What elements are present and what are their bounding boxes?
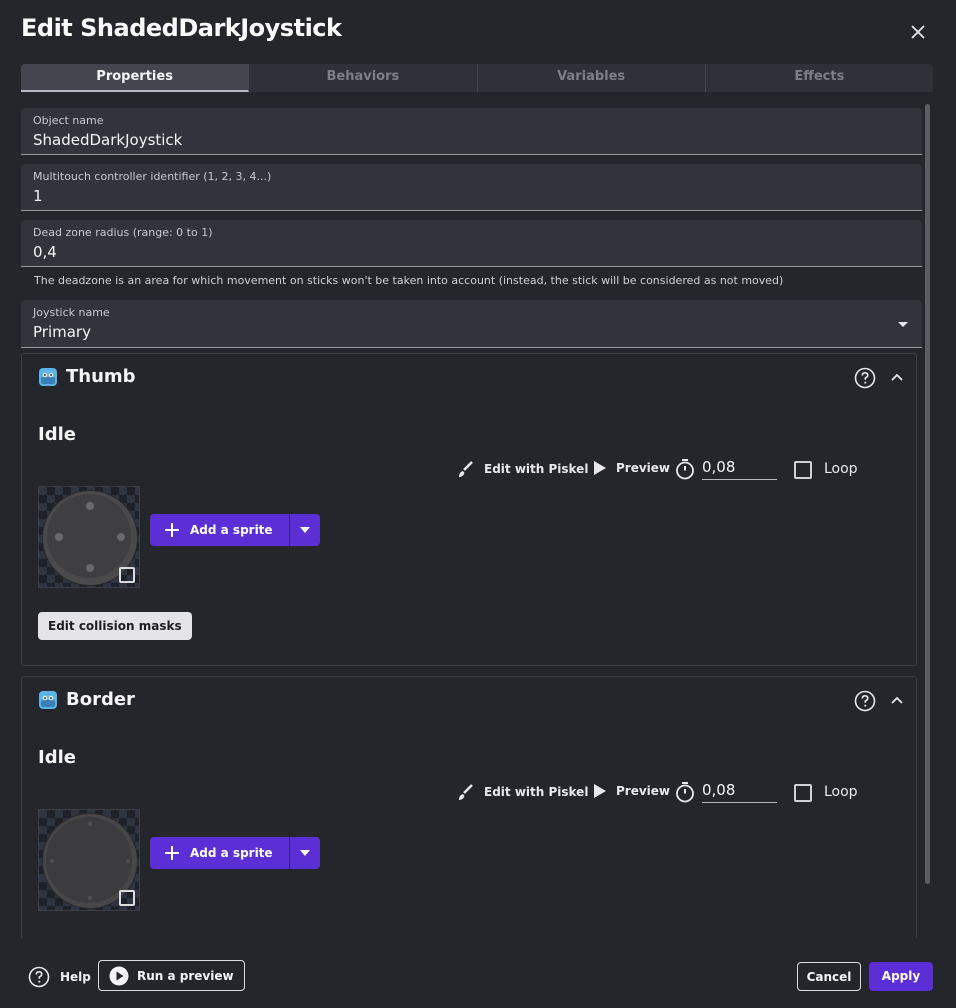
run-preview-label: Run a preview (137, 968, 234, 983)
add-sprite-button[interactable]: Add a sprite (150, 837, 290, 869)
help-icon[interactable] (854, 690, 876, 712)
object-name-label: Object name (33, 114, 104, 127)
animation-name: Idle (38, 424, 76, 445)
run-preview-button[interactable]: Run a preview (98, 960, 245, 991)
dead-zone-helper: The deadzone is an area for which moveme… (34, 274, 784, 287)
preview-button[interactable]: Preview (592, 782, 670, 800)
play-icon (594, 784, 606, 798)
preview-label: Preview (616, 784, 671, 798)
close-icon[interactable] (908, 22, 928, 42)
multitouch-id-field[interactable]: Multitouch controller identifier (1, 2, … (21, 164, 922, 211)
help-icon (28, 966, 50, 988)
caret-down-icon (299, 527, 310, 533)
multitouch-id-value[interactable]: 1 (33, 187, 43, 205)
dead-zone-field[interactable]: Dead zone radius (range: 0 to 1) 0,4 (21, 220, 922, 267)
animation-name: Idle (38, 747, 76, 768)
tab-properties[interactable]: Properties (21, 64, 250, 92)
thumb-section: Thumb Idle Edit with Piskel Preview 0,08… (21, 353, 917, 666)
loop-checkbox[interactable] (794, 784, 812, 802)
object-name-value[interactable]: ShadedDarkJoystick (33, 131, 182, 149)
chevron-up-icon[interactable] (890, 372, 904, 382)
preview-label: Preview (616, 461, 671, 475)
help-label: Help (60, 970, 91, 984)
dead-zone-label: Dead zone radius (range: 0 to 1) (33, 226, 213, 239)
object-icon (39, 690, 57, 709)
frame-duration-input[interactable]: 0,08 (702, 779, 777, 803)
dropdown-arrow-icon[interactable] (898, 322, 908, 327)
section-title: Border (66, 689, 135, 710)
multitouch-id-label: Multitouch controller identifier (1, 2, … (33, 170, 272, 183)
add-sprite-split-button: Add a sprite (150, 837, 320, 869)
dialog-title: Edit ShadedDarkJoystick (21, 14, 342, 42)
tab-effects[interactable]: Effects (706, 64, 933, 92)
sprite-thumbnail[interactable] (38, 486, 140, 588)
add-sprite-button[interactable]: Add a sprite (150, 514, 290, 546)
add-sprite-label: Add a sprite (190, 523, 273, 537)
edit-with-piskel-label: Edit with Piskel (484, 462, 589, 476)
timer-icon (676, 459, 694, 480)
plus-icon (165, 846, 179, 860)
loop-label: Loop (824, 784, 858, 800)
edit-with-piskel-button[interactable]: Edit with Piskel (456, 782, 588, 802)
brush-icon (459, 461, 473, 477)
joystick-name-value: Primary (33, 323, 91, 341)
loop-checkbox[interactable] (794, 461, 812, 479)
help-button[interactable]: Help (28, 966, 91, 988)
loop-label: Loop (824, 461, 858, 477)
edit-with-piskel-label: Edit with Piskel (484, 785, 589, 799)
add-sprite-split-button: Add a sprite (150, 514, 320, 546)
object-name-field[interactable]: Object name ShadedDarkJoystick (21, 108, 922, 155)
add-sprite-dropdown[interactable] (289, 514, 320, 546)
joystick-name-label: Joystick name (33, 306, 110, 319)
add-sprite-dropdown[interactable] (289, 837, 320, 869)
play-circle-icon (109, 966, 129, 985)
tab-behaviors[interactable]: Behaviors (249, 64, 478, 92)
properties-panel: Object name ShadedDarkJoystick Multitouc… (21, 108, 923, 938)
edit-with-piskel-button[interactable]: Edit with Piskel (456, 459, 588, 479)
help-icon[interactable] (854, 367, 876, 389)
sprite-select-checkbox[interactable] (119, 567, 135, 583)
cancel-button[interactable]: Cancel (797, 962, 861, 991)
play-icon (594, 461, 606, 475)
add-sprite-label: Add a sprite (190, 846, 273, 860)
caret-down-icon (299, 850, 310, 856)
section-title: Thumb (66, 366, 136, 387)
joystick-name-select[interactable]: Joystick name Primary (21, 300, 922, 348)
plus-icon (165, 523, 179, 537)
frame-duration-input[interactable]: 0,08 (702, 456, 777, 480)
sprite-thumbnail[interactable] (38, 809, 140, 911)
preview-button[interactable]: Preview (592, 459, 670, 477)
tab-variables[interactable]: Variables (478, 64, 706, 92)
scrollbar[interactable] (925, 104, 930, 884)
sprite-select-checkbox[interactable] (119, 890, 135, 906)
apply-button[interactable]: Apply (869, 962, 933, 991)
timer-icon (676, 782, 694, 803)
dialog-footer: Help Run a preview Cancel Apply (0, 940, 956, 1008)
dead-zone-value[interactable]: 0,4 (33, 243, 57, 261)
border-section: Border Idle Edit with Piskel Preview 0,0… (21, 676, 917, 938)
brush-icon (459, 784, 473, 800)
tab-bar: Properties Behaviors Variables Effects (21, 64, 933, 92)
edit-collision-masks-button[interactable]: Edit collision masks (38, 612, 192, 640)
chevron-up-icon[interactable] (890, 695, 904, 705)
object-icon (39, 367, 57, 386)
